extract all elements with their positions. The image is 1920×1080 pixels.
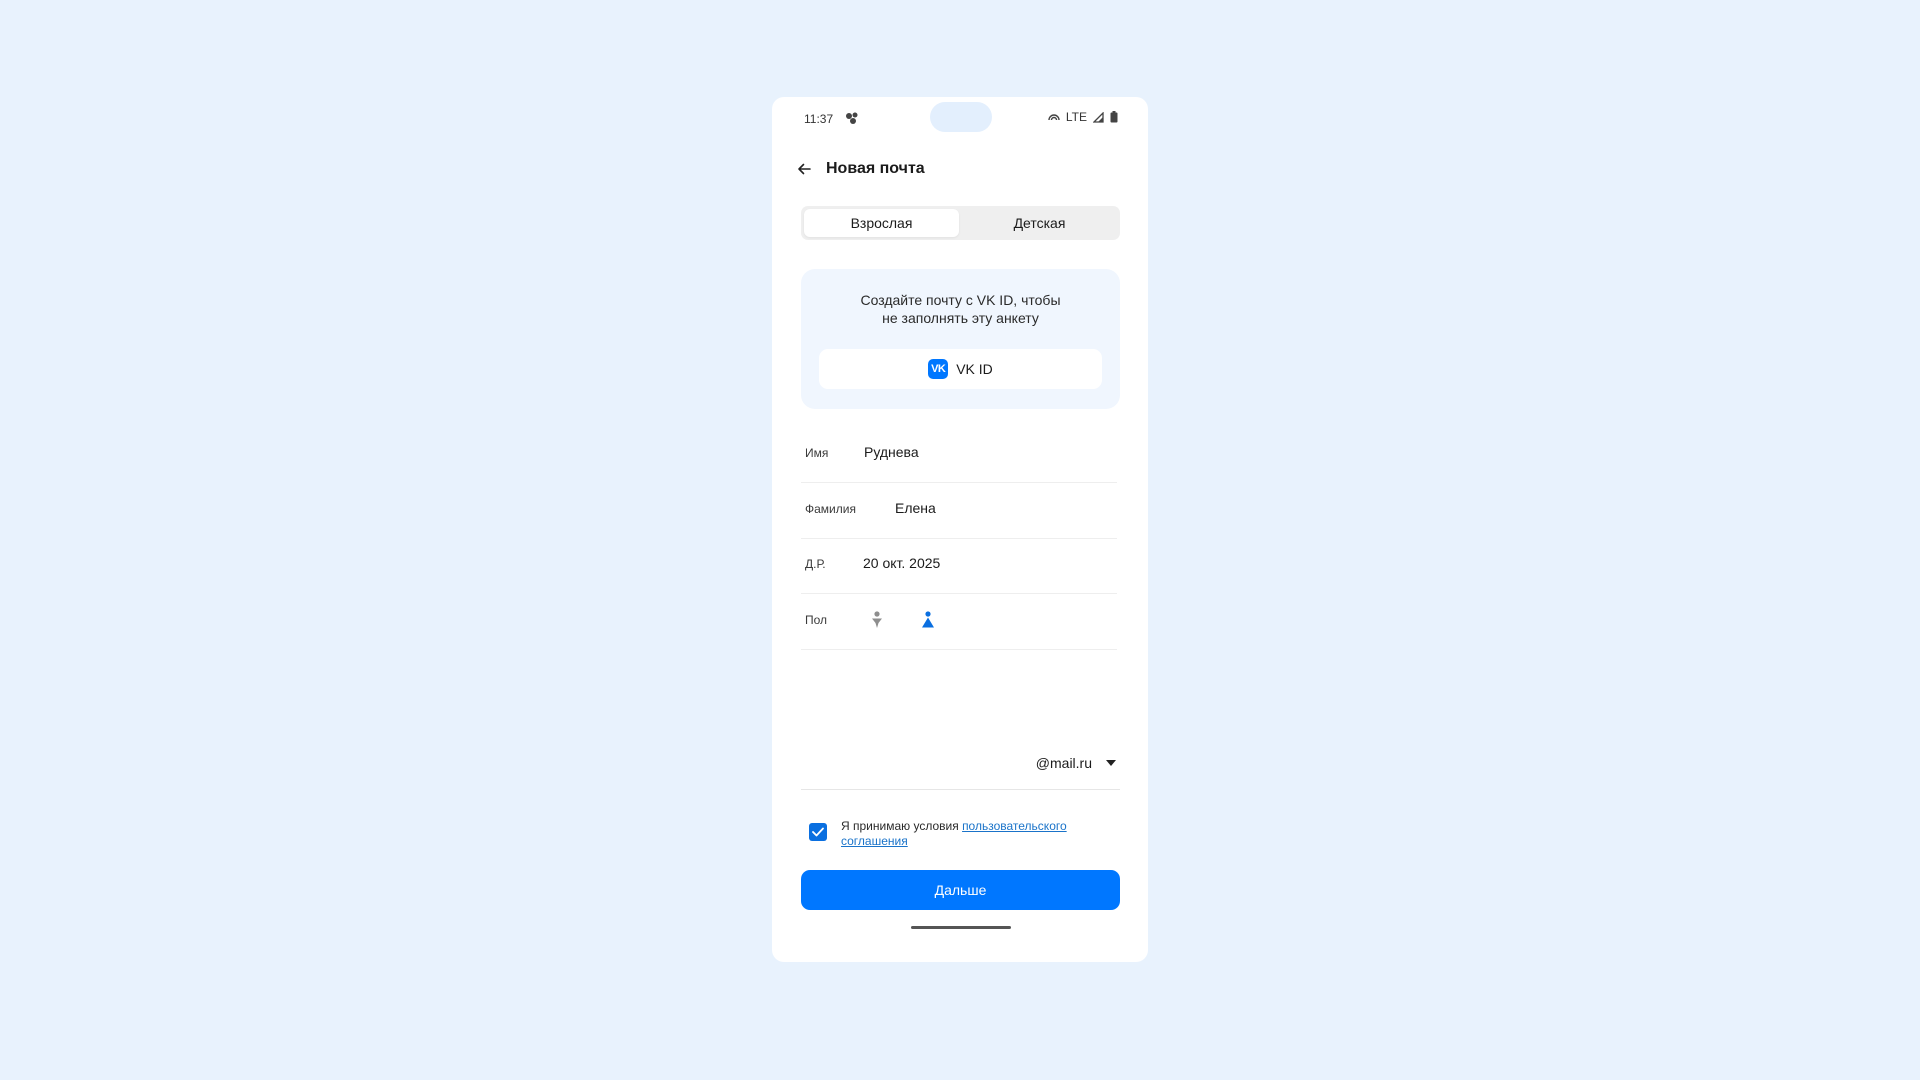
birth-date-value[interactable]: 20 окт. 2025	[863, 555, 1063, 571]
home-indicator	[911, 926, 1011, 929]
tab-child[interactable]: Детская	[962, 209, 1117, 237]
gender-label: Пол	[805, 613, 828, 627]
app-notification-icon	[844, 110, 860, 126]
camera-cutout	[930, 102, 992, 132]
vk-id-button[interactable]: VK VK ID	[819, 349, 1102, 389]
last-name-label: Фамилия	[805, 502, 856, 516]
agreement-checkbox[interactable]	[809, 823, 827, 841]
female-icon	[922, 611, 934, 628]
birth-date-row: Д.Р. 20 окт. 2025	[801, 538, 1117, 594]
vk-logo-icon: VK	[928, 359, 949, 379]
tab-adult[interactable]: Взрослая	[804, 209, 959, 237]
phone-screen: 11:37 LTE Новая почта Взрослая Детская С…	[772, 97, 1148, 962]
email-domain-value: @mail.ru	[1035, 755, 1092, 771]
caret-down-icon	[1106, 760, 1116, 766]
vk-id-promo-card: Создайте почту с VK ID, чтобы не заполня…	[801, 269, 1120, 409]
checkmark-icon	[812, 827, 824, 837]
gender-female-option[interactable]	[916, 608, 940, 632]
agreement-text: Я принимаю условия пользовательского сог…	[841, 819, 1111, 849]
status-bar: 11:37 LTE	[772, 97, 1148, 141]
last-name-input[interactable]	[895, 500, 1095, 516]
page-title: Новая почта	[826, 160, 925, 177]
app-bar: Новая почта	[772, 141, 1148, 197]
birth-date-label: Д.Р.	[805, 557, 826, 571]
email-row: @mail.ru	[801, 743, 1120, 790]
next-button[interactable]: Дальше	[801, 870, 1120, 910]
account-type-tabs: Взрослая Детская	[801, 206, 1120, 240]
agreement-block: Я принимаю условия пользовательского сог…	[809, 815, 1119, 851]
last-name-row: Фамилия	[801, 483, 1117, 539]
first-name-input[interactable]	[864, 444, 1064, 460]
vk-id-button-label: VK ID	[956, 361, 993, 377]
hotspot-icon	[1048, 112, 1060, 122]
network-type-label: LTE	[1065, 110, 1087, 124]
first-name-label: Имя	[805, 446, 829, 460]
male-icon	[872, 611, 882, 628]
arrow-left-icon	[798, 163, 811, 175]
gender-row: Пол	[801, 594, 1117, 650]
vk-promo-line-2: не заполнять эту анкету	[882, 310, 1039, 326]
status-indicators: LTE	[1048, 110, 1118, 124]
email-domain-select[interactable]: @mail.ru	[1036, 755, 1116, 771]
battery-icon	[1110, 111, 1118, 123]
first-name-row: Имя	[801, 427, 1117, 483]
back-button[interactable]	[790, 155, 818, 183]
gender-male-option[interactable]	[865, 608, 889, 632]
vk-promo-text: Создайте почту с VK ID, чтобы не заполня…	[801, 291, 1120, 327]
agreement-text-prefix: Я принимаю условия	[841, 819, 963, 833]
status-time: 11:37	[804, 112, 834, 126]
signal-icon	[1093, 111, 1104, 123]
vk-promo-line-1: Создайте почту с VK ID, чтобы	[860, 292, 1061, 308]
email-login-input[interactable]	[805, 757, 1009, 779]
